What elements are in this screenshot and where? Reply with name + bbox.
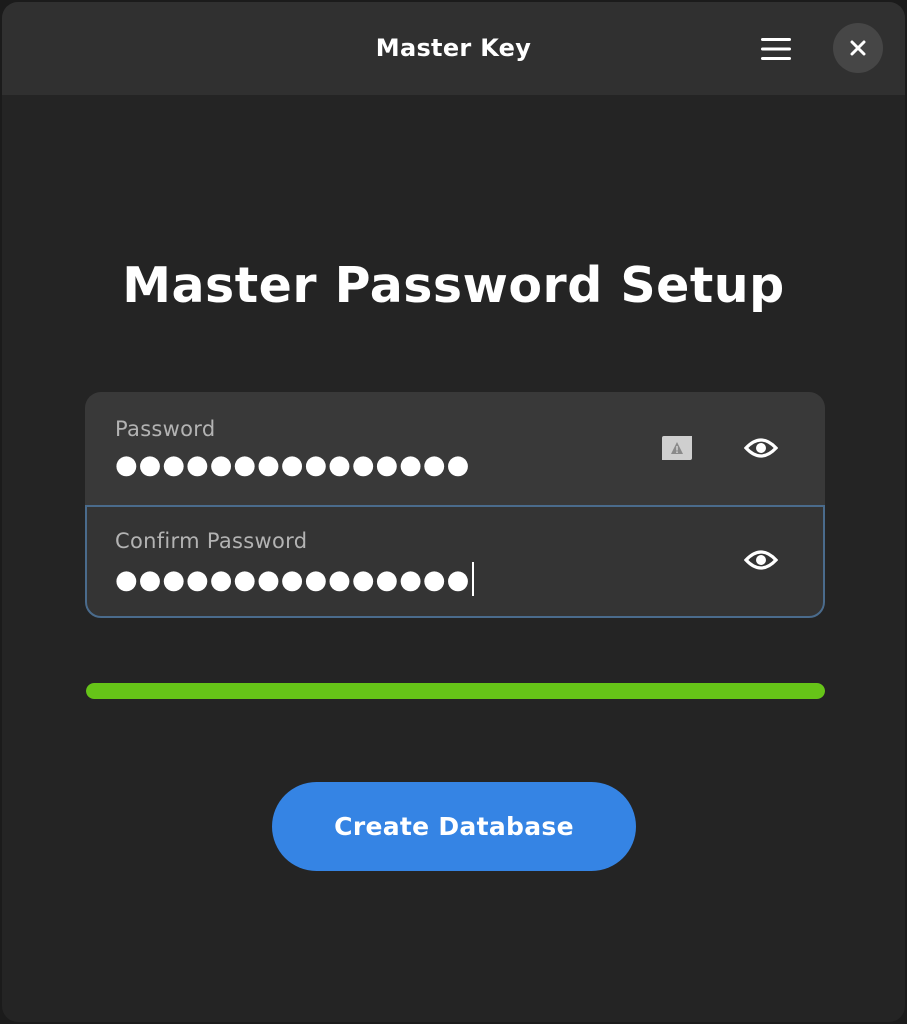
close-icon — [850, 40, 866, 56]
confirm-password-field-label: Confirm Password — [115, 529, 308, 553]
confirm-password-dots: ●●●●●●●●●●●●●●● — [115, 565, 471, 595]
confirm-password-field[interactable]: Confirm Password ●●●●●●●●●●●●●●● — [85, 505, 825, 618]
main-menu-button[interactable] — [746, 24, 806, 74]
password-field-group: Password ●●●●●●●●●●●●●●● Confirm Passwor… — [85, 392, 825, 618]
main-window: Master Key Master Password Setup Passwor… — [2, 2, 905, 1022]
hamburger-menu-icon — [761, 38, 791, 60]
password-input-value[interactable]: ●●●●●●●●●●●●●●● — [115, 450, 470, 480]
header-bar: Master Key — [2, 2, 905, 95]
text-cursor — [472, 562, 475, 596]
eye-icon — [744, 438, 778, 458]
create-database-button[interactable]: Create Database — [272, 782, 636, 871]
password-field[interactable]: Password ●●●●●●●●●●●●●●● — [85, 392, 825, 505]
eye-icon — [744, 550, 778, 570]
page-title: Master Password Setup — [122, 257, 785, 314]
password-reveal-button[interactable] — [741, 428, 781, 468]
password-strength-bar — [86, 683, 825, 699]
confirm-password-reveal-button[interactable] — [741, 540, 781, 580]
caps-lock-indicator — [659, 434, 695, 462]
password-strength-fill — [86, 683, 825, 699]
caps-lock-warning-icon — [662, 436, 692, 460]
confirm-password-input-value[interactable]: ●●●●●●●●●●●●●●● — [115, 562, 475, 596]
close-button[interactable] — [833, 23, 883, 73]
password-field-label: Password — [115, 417, 216, 441]
